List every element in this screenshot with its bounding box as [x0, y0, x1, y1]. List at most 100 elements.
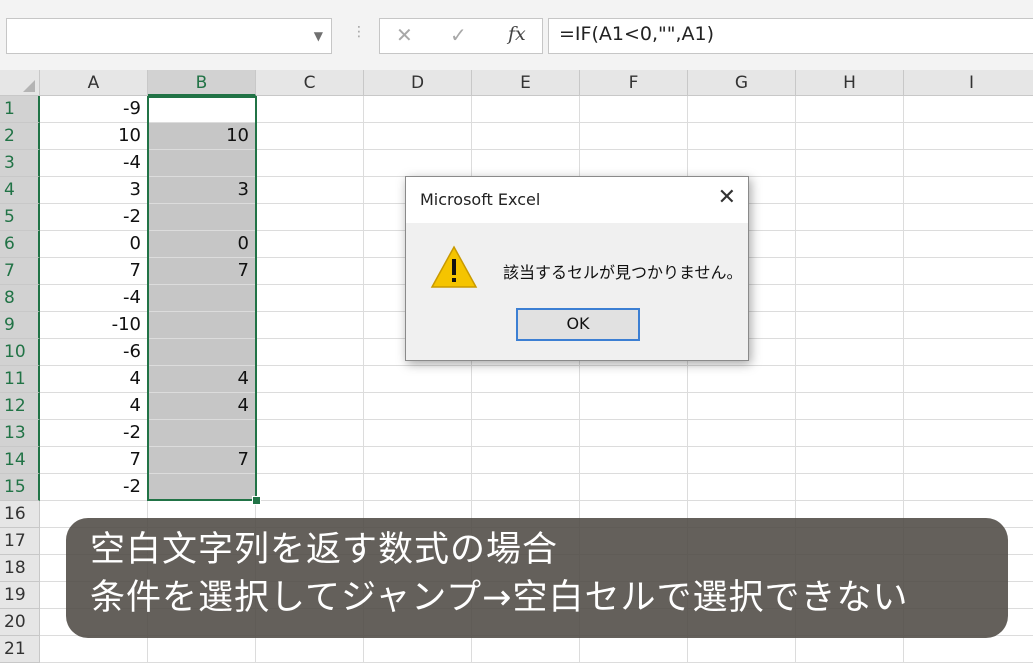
- enter-icon[interactable]: ✓: [450, 23, 467, 47]
- cell-a6[interactable]: 0: [40, 231, 148, 258]
- cell-h3[interactable]: [796, 150, 904, 177]
- cell-h11[interactable]: [796, 366, 904, 393]
- column-header-c[interactable]: C: [256, 70, 364, 96]
- cell-i5[interactable]: [904, 204, 1033, 231]
- row-header-16[interactable]: 16: [0, 501, 40, 528]
- cell-e21[interactable]: [472, 636, 580, 663]
- row-header-19[interactable]: 19: [0, 582, 40, 609]
- cell-g1[interactable]: [688, 96, 796, 123]
- cell-b8[interactable]: [148, 285, 256, 312]
- cell-a2[interactable]: 10: [40, 123, 148, 150]
- row-header-4[interactable]: 4: [0, 177, 40, 204]
- row-header-7[interactable]: 7: [0, 258, 40, 285]
- cell-c6[interactable]: [256, 231, 364, 258]
- cell-b21[interactable]: [148, 636, 256, 663]
- insert-function-icon[interactable]: fx: [508, 23, 526, 45]
- cell-i14[interactable]: [904, 447, 1033, 474]
- cell-d12[interactable]: [364, 393, 472, 420]
- cell-c5[interactable]: [256, 204, 364, 231]
- cell-g12[interactable]: [688, 393, 796, 420]
- row-header-18[interactable]: 18: [0, 555, 40, 582]
- formula-input[interactable]: =IF(A1<0,"",A1): [548, 18, 1033, 54]
- row-header-21[interactable]: 21: [0, 636, 40, 663]
- cell-c9[interactable]: [256, 312, 364, 339]
- cell-c4[interactable]: [256, 177, 364, 204]
- cell-c12[interactable]: [256, 393, 364, 420]
- cell-c7[interactable]: [256, 258, 364, 285]
- cell-d13[interactable]: [364, 420, 472, 447]
- cell-i3[interactable]: [904, 150, 1033, 177]
- cell-i15[interactable]: [904, 474, 1033, 501]
- column-header-i[interactable]: I: [904, 70, 1033, 96]
- cell-c14[interactable]: [256, 447, 364, 474]
- cell-c11[interactable]: [256, 366, 364, 393]
- cell-f15[interactable]: [580, 474, 688, 501]
- row-header-14[interactable]: 14: [0, 447, 40, 474]
- cell-a10[interactable]: -6: [40, 339, 148, 366]
- column-header-g[interactable]: G: [688, 70, 796, 96]
- cell-d2[interactable]: [364, 123, 472, 150]
- cell-e13[interactable]: [472, 420, 580, 447]
- cell-f21[interactable]: [580, 636, 688, 663]
- close-icon[interactable]: ✕: [718, 183, 736, 213]
- cell-h14[interactable]: [796, 447, 904, 474]
- cell-b15[interactable]: [148, 474, 256, 501]
- row-header-8[interactable]: 8: [0, 285, 40, 312]
- cell-b1[interactable]: [148, 96, 256, 123]
- cell-b6[interactable]: 0: [148, 231, 256, 258]
- cell-h10[interactable]: [796, 339, 904, 366]
- row-header-3[interactable]: 3: [0, 150, 40, 177]
- row-header-10[interactable]: 10: [0, 339, 40, 366]
- chevron-down-icon[interactable]: ▼: [314, 29, 323, 43]
- cell-h13[interactable]: [796, 420, 904, 447]
- cell-h9[interactable]: [796, 312, 904, 339]
- cell-c21[interactable]: [256, 636, 364, 663]
- cell-e11[interactable]: [472, 366, 580, 393]
- cell-h7[interactable]: [796, 258, 904, 285]
- cell-d15[interactable]: [364, 474, 472, 501]
- cell-a9[interactable]: -10: [40, 312, 148, 339]
- cell-h5[interactable]: [796, 204, 904, 231]
- cell-b3[interactable]: [148, 150, 256, 177]
- cell-c8[interactable]: [256, 285, 364, 312]
- column-header-b[interactable]: B: [148, 70, 256, 96]
- cell-b12[interactable]: 4: [148, 393, 256, 420]
- cell-a3[interactable]: -4: [40, 150, 148, 177]
- select-all-button[interactable]: [0, 70, 40, 96]
- cell-a12[interactable]: 4: [40, 393, 148, 420]
- cell-i13[interactable]: [904, 420, 1033, 447]
- row-header-20[interactable]: 20: [0, 609, 40, 636]
- cell-a21[interactable]: [40, 636, 148, 663]
- cell-a1[interactable]: -9: [40, 96, 148, 123]
- cell-g3[interactable]: [688, 150, 796, 177]
- cell-i7[interactable]: [904, 258, 1033, 285]
- cell-i21[interactable]: [904, 636, 1033, 663]
- row-header-5[interactable]: 5: [0, 204, 40, 231]
- cell-b10[interactable]: [148, 339, 256, 366]
- cell-e3[interactable]: [472, 150, 580, 177]
- cell-g2[interactable]: [688, 123, 796, 150]
- cell-a5[interactable]: -2: [40, 204, 148, 231]
- formula-bar-grip-icon[interactable]: ⋮: [352, 24, 366, 40]
- cell-d21[interactable]: [364, 636, 472, 663]
- cell-i6[interactable]: [904, 231, 1033, 258]
- cell-c10[interactable]: [256, 339, 364, 366]
- ok-button[interactable]: OK: [516, 308, 640, 341]
- cell-f3[interactable]: [580, 150, 688, 177]
- cell-i8[interactable]: [904, 285, 1033, 312]
- cell-f12[interactable]: [580, 393, 688, 420]
- column-header-d[interactable]: D: [364, 70, 472, 96]
- cell-g13[interactable]: [688, 420, 796, 447]
- cell-h8[interactable]: [796, 285, 904, 312]
- cell-b9[interactable]: [148, 312, 256, 339]
- cell-d14[interactable]: [364, 447, 472, 474]
- cell-f1[interactable]: [580, 96, 688, 123]
- cell-b4[interactable]: 3: [148, 177, 256, 204]
- cell-b2[interactable]: 10: [148, 123, 256, 150]
- cell-e15[interactable]: [472, 474, 580, 501]
- cell-h2[interactable]: [796, 123, 904, 150]
- cell-h4[interactable]: [796, 177, 904, 204]
- row-header-9[interactable]: 9: [0, 312, 40, 339]
- cell-g14[interactable]: [688, 447, 796, 474]
- cell-g21[interactable]: [688, 636, 796, 663]
